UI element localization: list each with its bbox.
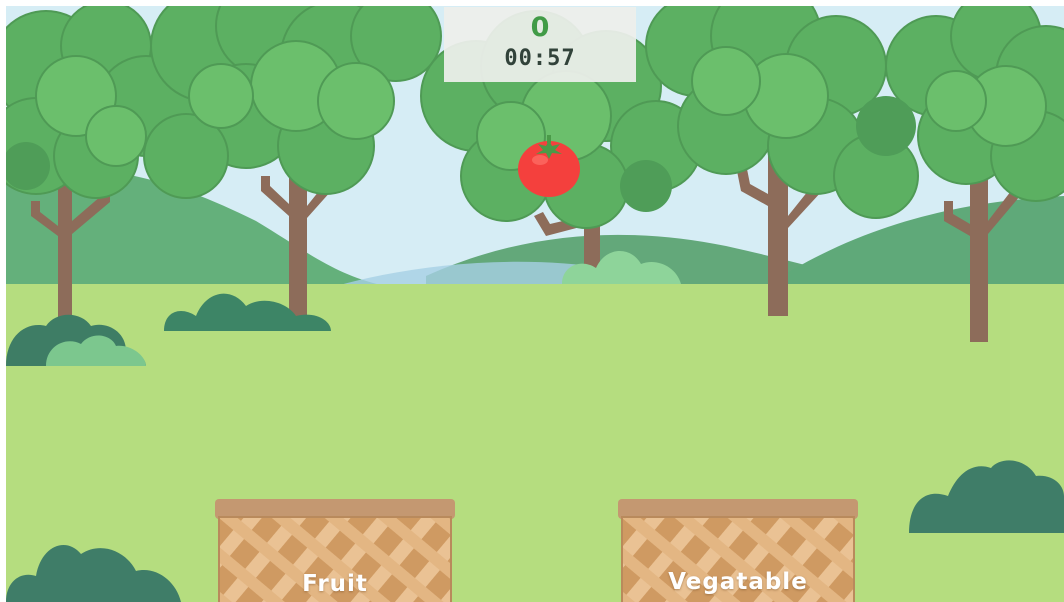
game-stage: 0 00:57 Fruit Vegatable (6, 6, 1064, 602)
grass (6, 284, 1064, 602)
vegetable-basket[interactable]: Vegatable (618, 499, 858, 602)
basket-label-vegetable: Vegatable (668, 569, 808, 595)
countdown-timer: 00:57 (504, 46, 576, 71)
score-display: 0 (530, 12, 550, 43)
tomato-icon[interactable] (516, 132, 582, 198)
basket-label-fruit: Fruit (302, 571, 368, 597)
forest-background (6, 6, 1064, 602)
score-timer-panel: 0 00:57 (444, 7, 636, 82)
fruit-basket[interactable]: Fruit (215, 499, 455, 602)
